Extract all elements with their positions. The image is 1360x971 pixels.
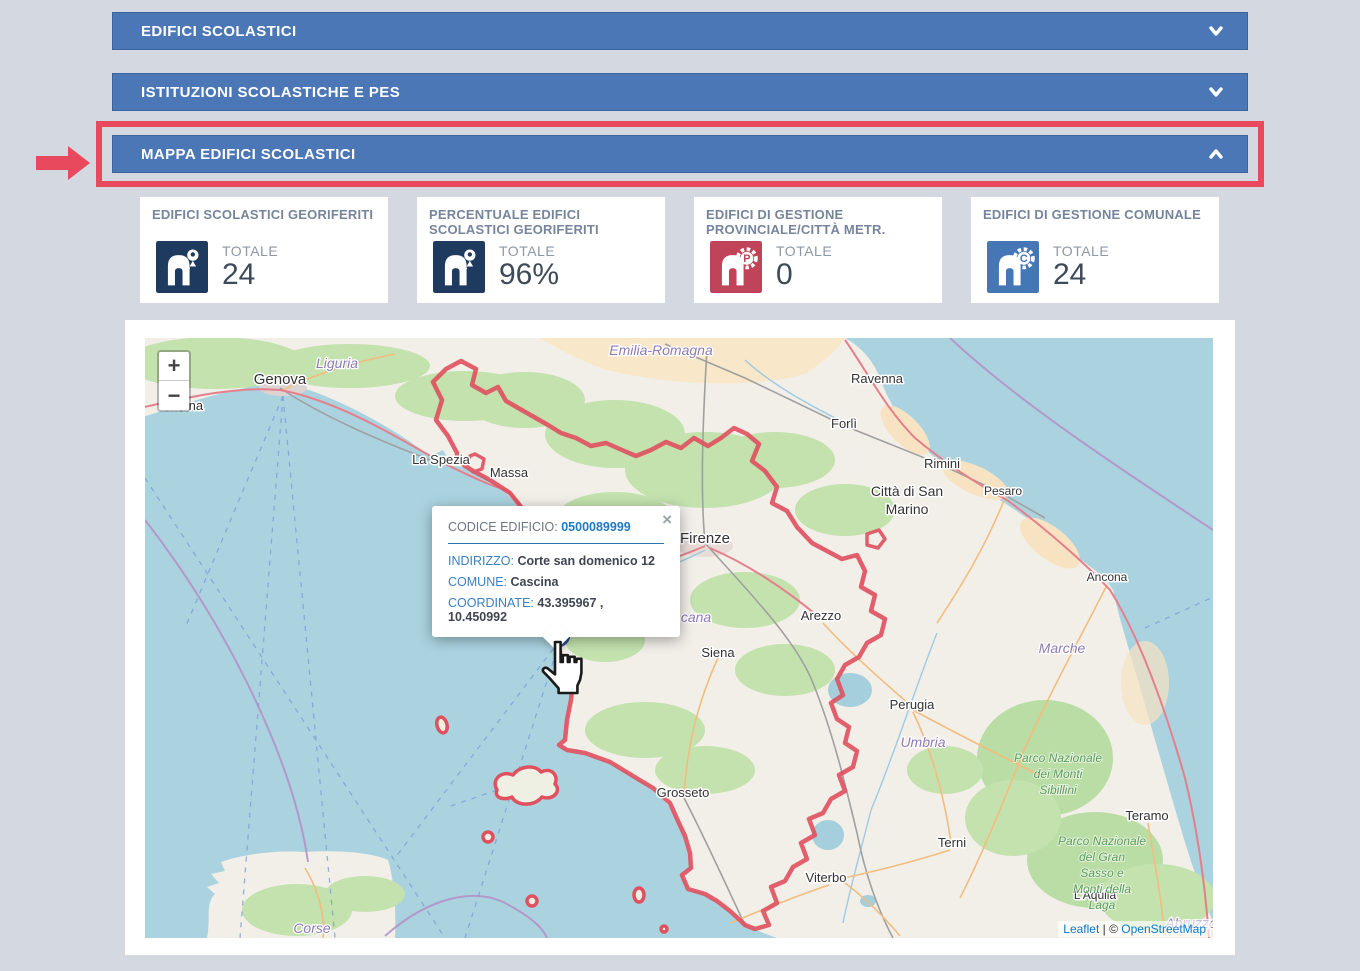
accordion-label: EDIFICI SCOLASTICI [141, 23, 297, 40]
hand-cursor-icon [537, 640, 585, 696]
park-label: Sasso e [1080, 866, 1124, 880]
city-label: Città di San [871, 483, 943, 499]
city-label: Firenze [680, 530, 730, 547]
city-label: Massa [490, 465, 529, 480]
stat-card-georiferiti: EDIFICI SCOLASTICI GEORIFERITI TOTALE 24 [140, 197, 388, 303]
attribution-separator: | © [1099, 922, 1121, 936]
park-label: Sibillini [1039, 783, 1077, 797]
city-label: Perugia [890, 697, 936, 712]
page: { "accordions": [ { "label": "EDIFICI SC… [0, 0, 1360, 971]
totale-label: TOTALE [222, 243, 278, 259]
region-label: Umbria [900, 734, 945, 750]
map-canvas: SavonaGenovaLa SpeziaMassaFirenzeArezzoS… [145, 338, 1213, 938]
totale-label: TOTALE [776, 243, 832, 259]
coordinate-label: COORDINATE: [448, 596, 534, 610]
leaflet-map[interactable]: SavonaGenovaLa SpeziaMassaFirenzeArezzoS… [145, 338, 1213, 938]
codice-edificio-label: CODICE EDIFICIO: [448, 520, 558, 534]
city-label: Marino [886, 501, 929, 517]
city-label: Pesaro [984, 484, 1022, 498]
city-label: Genova [254, 371, 307, 388]
park-label: del Gran [1079, 850, 1125, 864]
stat-card-title: PERCENTUALE EDIFICI SCOLASTICI GEORIFERI… [429, 207, 653, 238]
city-label: Grosseto [657, 785, 710, 800]
indirizzo-label: INDIRIZZO: [448, 554, 514, 568]
park-label: Parco Nazionale [1058, 834, 1146, 848]
stat-card-provinciale: EDIFICI DI GESTIONE PROVINCIALE/CITTÀ ME… [694, 197, 942, 303]
city-label: Ravenna [851, 371, 904, 386]
park-label: Monti della [1073, 882, 1131, 896]
building-gear-icon: C [987, 241, 1039, 293]
leaflet-link[interactable]: Leaflet [1063, 922, 1099, 936]
building-map-pin-icon [156, 241, 208, 293]
totale-label: TOTALE [499, 243, 559, 259]
stat-card-percentuale: PERCENTUALE EDIFICI SCOLASTICI GEORIFERI… [417, 197, 665, 303]
zoom-in-button[interactable]: + [159, 352, 189, 381]
city-label: Rimini [924, 456, 960, 471]
popup-divider [448, 543, 664, 544]
building-gear-icon: P [710, 241, 762, 293]
stat-value: 96% [499, 259, 559, 291]
annotation-highlight-rect [96, 121, 1264, 187]
accordion-istituzioni-scolastiche[interactable]: ISTITUZIONI SCOLASTICHE E PES [112, 73, 1248, 111]
region-label: Liguria [316, 355, 358, 371]
region-label: Corse [293, 920, 331, 936]
chevron-down-icon [1207, 84, 1225, 100]
openstreetmap-link[interactable]: OpenStreetMap [1121, 922, 1206, 936]
stat-value: 0 [776, 259, 832, 291]
park-label: Laga [1089, 898, 1116, 912]
stat-card-comunale: EDIFICI DI GESTIONE COMUNALE C TOTALE 24 [971, 197, 1219, 303]
stat-value: 24 [222, 259, 278, 291]
city-label: Forlì [831, 416, 857, 431]
region-label: Emilia-Romagna [609, 342, 713, 358]
indirizzo-value: Corte san domenico 12 [517, 554, 655, 568]
city-label: Arezzo [801, 608, 841, 623]
accordion-edifici-scolastici[interactable]: EDIFICI SCOLASTICI [112, 12, 1248, 50]
svg-text:P: P [743, 253, 750, 265]
comune-value: Cascina [511, 575, 559, 589]
city-label: La Spezia [412, 452, 471, 467]
codice-edificio-link[interactable]: 0500089999 [561, 520, 631, 534]
city-label: Viterbo [806, 870, 847, 885]
stat-card-title: EDIFICI SCOLASTICI GEORIFERITI [152, 207, 376, 222]
chevron-down-icon [1207, 23, 1225, 39]
stat-card-title: EDIFICI DI GESTIONE COMUNALE [983, 207, 1207, 222]
accordion-label: ISTITUZIONI SCOLASTICHE E PES [141, 84, 400, 101]
zoom-control: + − [157, 350, 191, 412]
building-map-pin-icon [433, 241, 485, 293]
svg-text:C: C [1020, 253, 1028, 265]
city-label: Teramo [1125, 808, 1168, 823]
city-label: Ancona [1087, 570, 1128, 584]
stat-value: 24 [1053, 259, 1109, 291]
comune-label: COMUNE: [448, 575, 507, 589]
totale-label: TOTALE [1053, 243, 1109, 259]
city-label: Terni [938, 835, 966, 850]
popup-close-icon[interactable]: × [662, 511, 672, 528]
region-label: Marche [1039, 640, 1086, 656]
park-label: Parco Nazionale [1014, 751, 1102, 765]
city-label: Siena [701, 645, 735, 660]
stat-card-title: EDIFICI DI GESTIONE PROVINCIALE/CITTÀ ME… [706, 207, 930, 238]
zoom-out-button[interactable]: − [159, 381, 189, 410]
map-panel: SavonaGenovaLa SpeziaMassaFirenzeArezzoS… [125, 320, 1235, 955]
park-label: dei Monti [1034, 767, 1083, 781]
map-attribution: Leaflet | © OpenStreetMap [1058, 921, 1211, 937]
map-popup: × CODICE EDIFICIO: 0500089999 INDIRIZZO:… [432, 506, 680, 637]
